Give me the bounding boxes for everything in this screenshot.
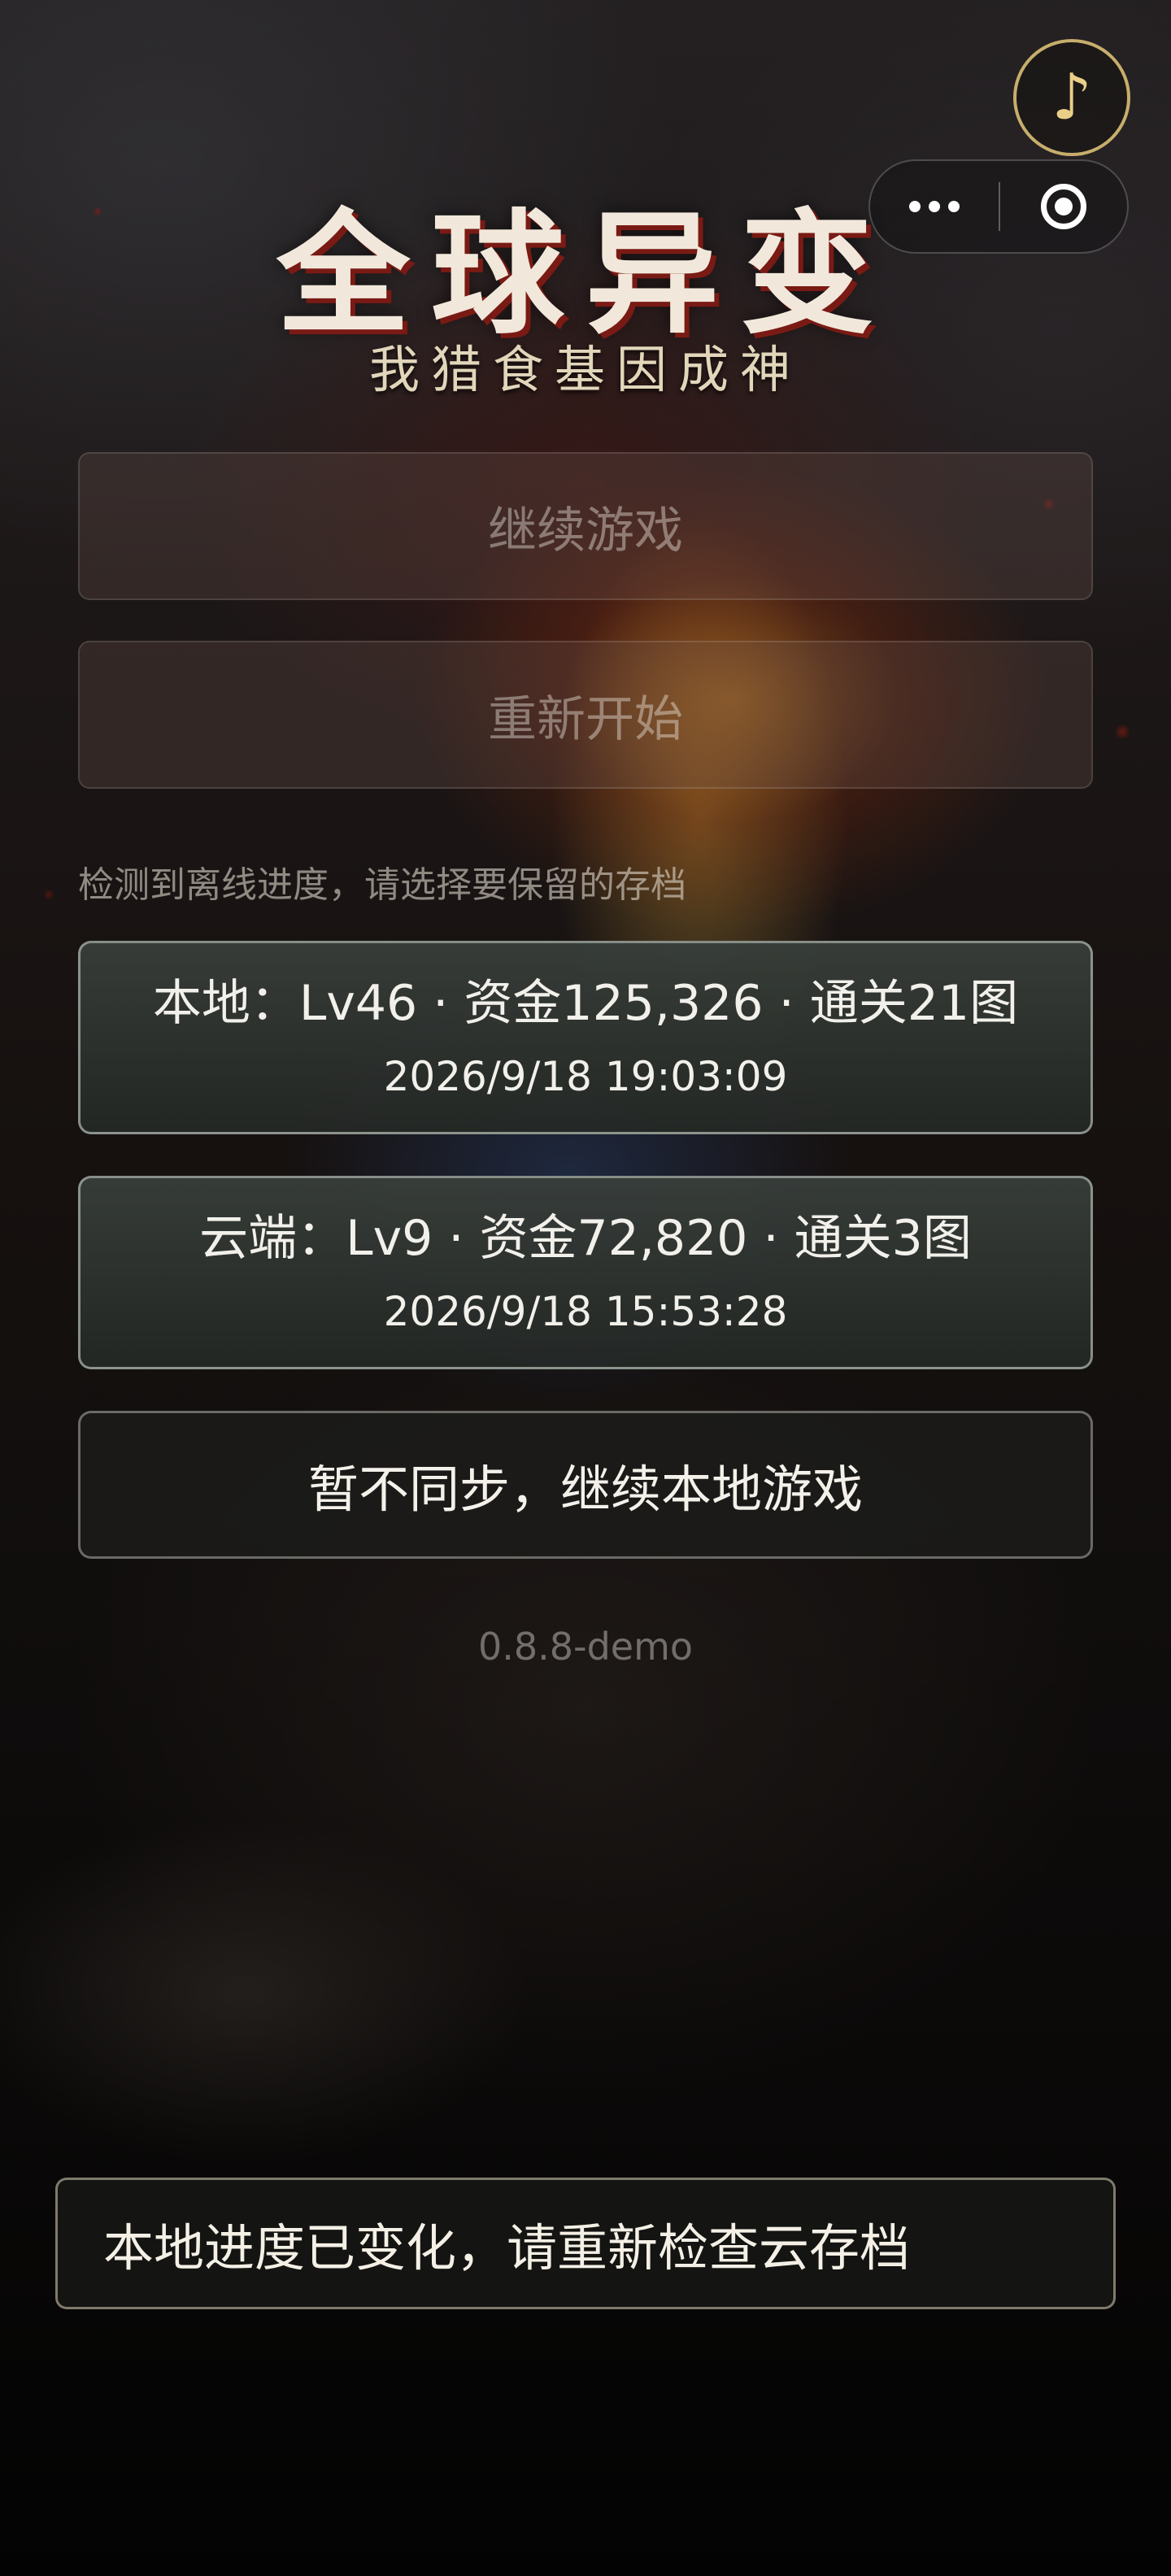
local-save-summary: 本地：Lv46 · 资金125,326 · 通关21图 <box>152 975 1019 1032</box>
skip-sync-button[interactable]: 暂不同步，继续本地游戏 <box>78 1411 1093 1559</box>
offline-progress-notice: 检测到离线进度，请选择要保留的存档 <box>78 864 686 906</box>
local-save-card[interactable]: 本地：Lv46 · 资金125,326 · 通关21图 2026/9/18 19… <box>78 941 1093 1134</box>
game-start-screen: ♪ 全球异变 我猎食基因成神 继续游戏 重新开始 检测到离线进度，请选择要保留的… <box>0 0 1171 2576</box>
version-label: 0.8.8-demo <box>477 1625 694 1669</box>
continue-game-button[interactable]: 继续游戏 <box>78 452 1093 600</box>
cloud-save-summary: 云端：Lv9 · 资金72,820 · 通关3图 <box>199 1210 972 1267</box>
cloud-save-card[interactable]: 云端：Lv9 · 资金72,820 · 通关3图 2026/9/18 15:53… <box>78 1176 1093 1369</box>
restart-game-button[interactable]: 重新开始 <box>78 641 1093 789</box>
toast-message: 本地进度已变化，请重新检查云存档 <box>55 2178 1116 2309</box>
cloud-save-timestamp: 2026/9/18 15:53:28 <box>383 1288 788 1335</box>
local-save-timestamp: 2026/9/18 19:03:09 <box>383 1053 788 1100</box>
music-note-icon: ♪ <box>1051 61 1092 134</box>
music-toggle-button[interactable]: ♪ <box>1013 39 1130 156</box>
game-subtitle: 我猎食基因成神 <box>368 340 802 399</box>
